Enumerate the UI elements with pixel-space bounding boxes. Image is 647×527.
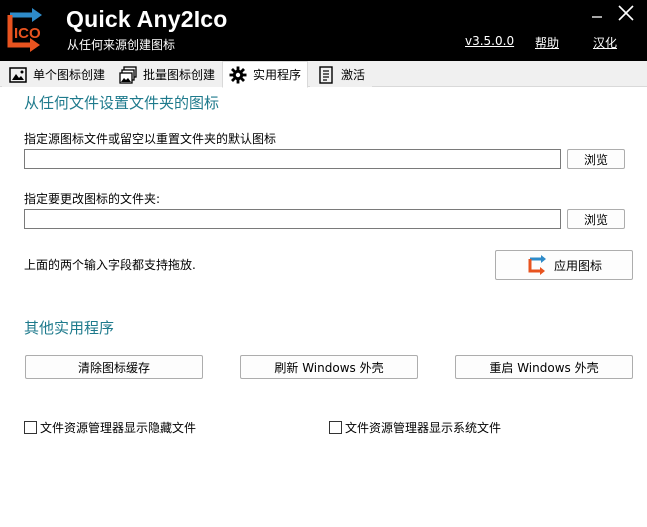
tab-bar: 单个图标创建 批量图标创建 实用程序 激活 — [0, 61, 647, 88]
clear-icon-cache-button[interactable]: 清除图标缓存 — [25, 355, 203, 379]
checkbox-label: 文件资源管理器显示隐藏文件 — [40, 421, 197, 435]
tab-batch-icons[interactable]: 批量图标创建 — [112, 62, 223, 87]
app-header: ICO Quick Any2Ico 从任何来源创建图标 v3.5.0.0 帮助 … — [0, 0, 647, 61]
single-image-icon — [9, 66, 27, 83]
tab-label: 单个图标创建 — [33, 68, 106, 82]
checkbox-label: 文件资源管理器显示系统文件 — [345, 421, 502, 435]
batch-images-icon — [119, 65, 137, 84]
target-folder-input[interactable] — [24, 209, 561, 229]
other-utilities-title: 其他实用程序 — [24, 319, 115, 337]
version-link[interactable]: v3.5.0.0 — [465, 34, 514, 48]
checkbox-box[interactable] — [329, 421, 342, 434]
checkbox-box[interactable] — [24, 421, 37, 434]
drag-drop-note: 上面的两个输入字段都支持拖放. — [24, 258, 196, 272]
apply-icon-button[interactable]: 应用图标 — [495, 250, 633, 280]
show-system-files-checkbox[interactable]: 文件资源管理器显示系统文件 — [329, 419, 501, 436]
restart-shell-button[interactable]: 重启 Windows 外壳 — [455, 355, 633, 379]
apply-icon-label: 应用图标 — [553, 258, 602, 273]
gear-icon — [229, 66, 247, 83]
apply-icon — [528, 255, 546, 275]
license-icon — [319, 65, 333, 84]
tab-utilities[interactable]: 实用程序 — [222, 61, 309, 88]
localize-link[interactable]: 汉化 — [593, 34, 617, 51]
folder-icon-section-title: 从任何文件设置文件夹的图标 — [24, 94, 220, 112]
browse-source-button[interactable]: 浏览 — [567, 149, 625, 169]
app-logo-text: ICO — [14, 25, 41, 42]
source-icon-input[interactable] — [24, 149, 561, 169]
app-logo-icon: ICO — [7, 8, 42, 52]
help-link[interactable]: 帮助 — [535, 34, 559, 51]
minimize-icon[interactable] — [584, 2, 610, 24]
app-subtitle: 从任何来源创建图标 — [67, 38, 176, 52]
target-folder-label: 指定要更改图标的文件夹: — [24, 192, 161, 206]
browse-folder-button[interactable]: 浏览 — [567, 209, 625, 229]
refresh-shell-button[interactable]: 刷新 Windows 外壳 — [240, 355, 418, 379]
tab-activate[interactable]: 激活 — [310, 62, 373, 87]
close-icon[interactable] — [613, 2, 639, 24]
tab-label: 实用程序 — [253, 68, 302, 82]
tab-label: 批量图标创建 — [143, 68, 216, 82]
tab-label: 激活 — [341, 68, 366, 82]
tab-single-icon[interactable]: 单个图标创建 — [2, 62, 113, 87]
show-hidden-files-checkbox[interactable]: 文件资源管理器显示隐藏文件 — [24, 419, 196, 436]
source-icon-label: 指定源图标文件或留空以重置文件夹的默认图标 — [24, 132, 277, 146]
app-title: Quick Any2Ico — [66, 6, 228, 32]
